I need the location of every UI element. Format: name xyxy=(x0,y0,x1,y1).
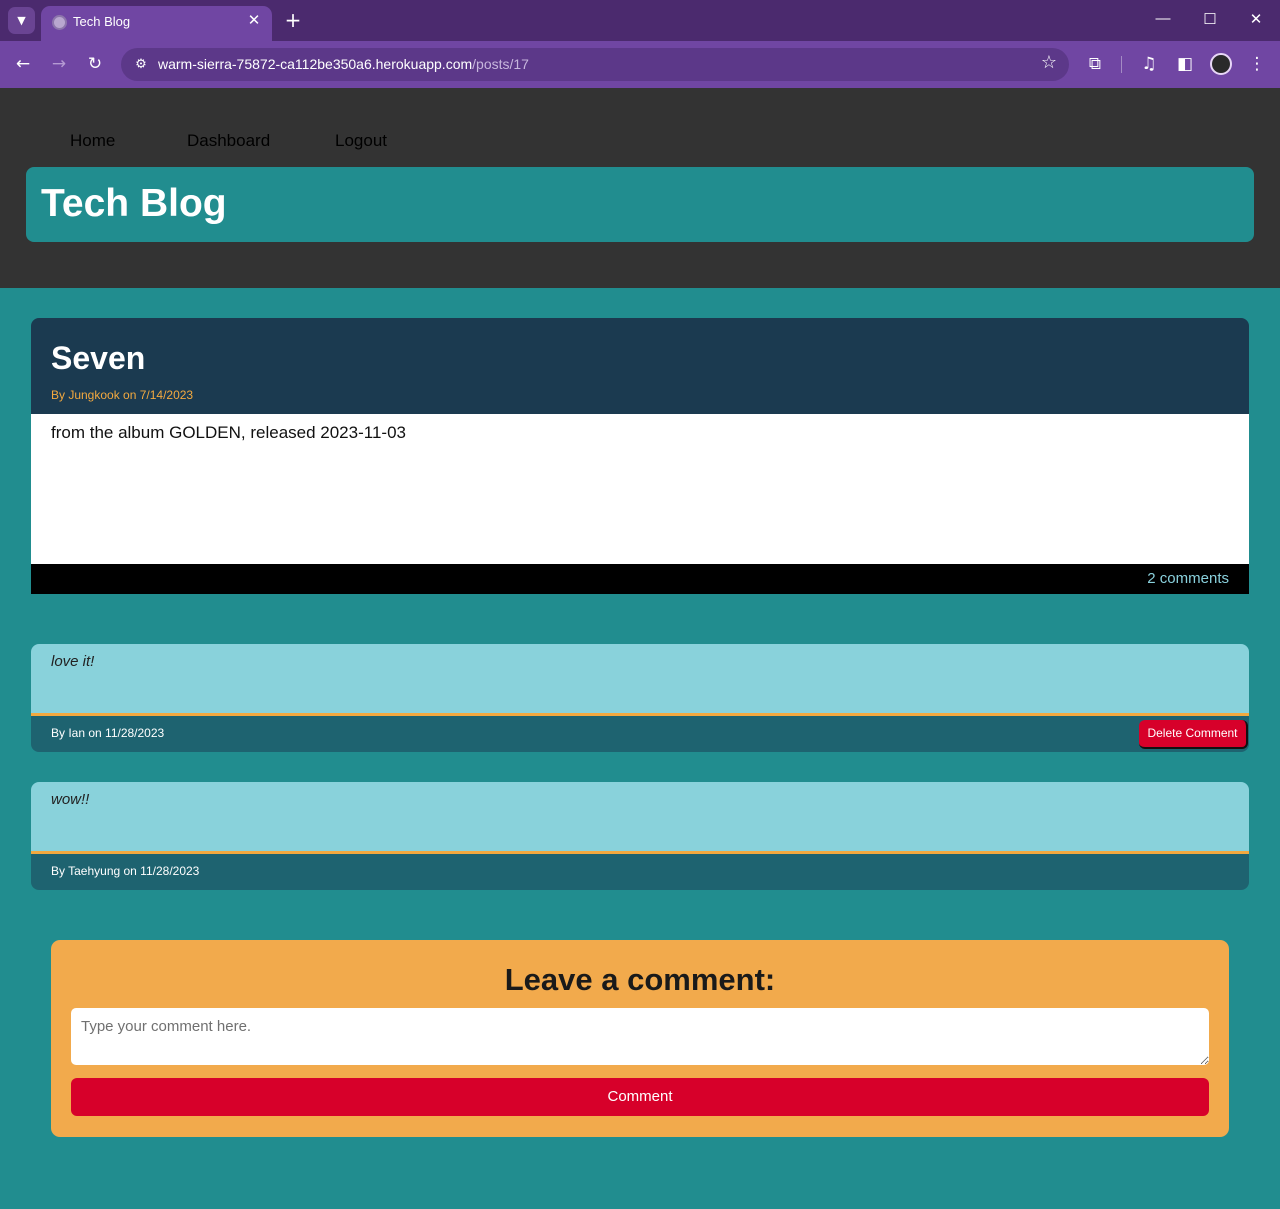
tab-search-chevron-down-icon[interactable]: ▼ xyxy=(8,7,35,34)
url-text[interactable]: warm-sierra-75872-ca112be350a6.herokuapp… xyxy=(158,56,529,72)
tab-title: Tech Blog xyxy=(73,14,131,29)
globe-icon xyxy=(52,15,67,30)
site-title-banner: Tech Blog xyxy=(26,167,1254,242)
post-footer: 2 comments xyxy=(31,564,1249,594)
nav-logout-link[interactable]: Logout xyxy=(335,131,387,151)
site-header: Home Dashboard Logout Tech Blog xyxy=(0,88,1280,288)
maximize-icon[interactable]: ☐ xyxy=(1198,10,1222,28)
comment-text: wow!! xyxy=(51,791,90,808)
comment-footer: By Taehyung on 11/28/2023 xyxy=(31,854,1249,890)
post-card: Seven By Jungkook on 7/14/2023 from the … xyxy=(31,318,1249,594)
new-tab-plus-icon[interactable]: + xyxy=(282,9,304,31)
browser-toolbar: ← → ↻ ⚙ warm-sierra-75872-ca112be350a6.h… xyxy=(0,41,1280,88)
comment-footer: By Ian on 11/28/2023 Delete Comment xyxy=(31,716,1249,752)
profile-avatar-icon[interactable] xyxy=(1210,53,1232,75)
toolbar-divider xyxy=(1121,56,1122,73)
comment-text: love it! xyxy=(51,653,95,670)
kebab-menu-icon[interactable]: ⋮ xyxy=(1245,52,1269,76)
comment-card: wow!! By Taehyung on 11/28/2023 xyxy=(31,782,1249,890)
comment-body: love it! xyxy=(31,644,1249,716)
site-title: Tech Blog xyxy=(41,182,227,225)
side-panel-icon[interactable]: ◧ xyxy=(1173,52,1197,76)
comment-body: wow!! xyxy=(31,782,1249,854)
comment-meta: By Taehyung on 11/28/2023 xyxy=(51,864,200,878)
delete-comment-button[interactable]: Delete Comment xyxy=(1139,720,1248,749)
submit-comment-button[interactable]: Comment xyxy=(71,1078,1209,1116)
tab-close-icon[interactable]: ✕ xyxy=(244,11,264,29)
forward-arrow-right-icon[interactable]: → xyxy=(47,52,71,76)
browser-tab[interactable]: Tech Blog ✕ xyxy=(41,6,272,41)
nav-home-link[interactable]: Home xyxy=(70,131,115,151)
comment-input[interactable] xyxy=(71,1008,1209,1065)
media-control-icon[interactable]: ♫ xyxy=(1137,52,1161,76)
bookmark-star-icon[interactable]: ☆ xyxy=(1041,52,1057,73)
post-title: Seven xyxy=(51,340,146,376)
post-content: from the album GOLDEN, released 2023-11-… xyxy=(51,423,406,442)
comment-meta: By Ian on 11/28/2023 xyxy=(51,726,165,740)
reload-icon[interactable]: ↻ xyxy=(83,52,107,76)
back-arrow-left-icon[interactable]: ← xyxy=(11,52,35,76)
comment-form-title: Leave a comment: xyxy=(504,962,776,997)
post-header: Seven By Jungkook on 7/14/2023 xyxy=(31,318,1249,414)
address-bar[interactable]: ⚙ warm-sierra-75872-ca112be350a6.herokua… xyxy=(121,48,1069,81)
browser-tab-strip: ▼ Tech Blog ✕ + — ☐ ✕ xyxy=(0,0,1280,41)
comment-form: Leave a comment: Comment xyxy=(51,940,1229,1137)
extensions-puzzle-icon[interactable]: ⧉ xyxy=(1083,52,1107,76)
site-info-tune-icon[interactable]: ⚙ xyxy=(129,53,153,77)
comment-count: 2 comments xyxy=(1147,570,1229,587)
window-close-icon[interactable]: ✕ xyxy=(1244,10,1268,28)
post-body: from the album GOLDEN, released 2023-11-… xyxy=(31,414,1249,564)
url-host: warm-sierra-75872-ca112be350a6.herokuapp… xyxy=(158,56,473,72)
post-meta: By Jungkook on 7/14/2023 xyxy=(51,388,194,402)
nav-dashboard-link[interactable]: Dashboard xyxy=(187,131,270,151)
minimize-icon[interactable]: — xyxy=(1151,10,1175,27)
comment-card: love it! By Ian on 11/28/2023 Delete Com… xyxy=(31,644,1249,752)
url-path: /posts/17 xyxy=(472,56,529,72)
